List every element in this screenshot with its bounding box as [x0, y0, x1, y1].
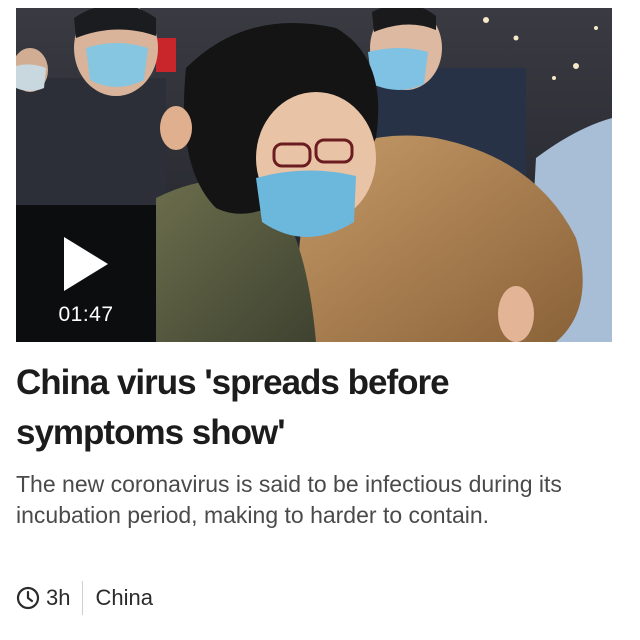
news-card[interactable]: 01:47 China virus 'spreads before sympto…	[0, 0, 640, 640]
article-age: 3h	[46, 585, 71, 610]
clock-icon	[16, 586, 40, 610]
article-meta: 3h China	[16, 581, 153, 615]
article-image[interactable]: 01:47	[16, 8, 612, 342]
section-link[interactable]: China	[95, 585, 152, 611]
article-headline[interactable]: China virus 'spreads before symptoms sho…	[16, 358, 616, 458]
article-summary: The new coronavirus is said to be infect…	[16, 471, 562, 528]
video-duration: 01:47	[58, 303, 114, 326]
meta-divider	[82, 581, 84, 615]
video-play-overlay[interactable]: 01:47	[16, 205, 156, 342]
play-icon[interactable]	[62, 235, 110, 293]
